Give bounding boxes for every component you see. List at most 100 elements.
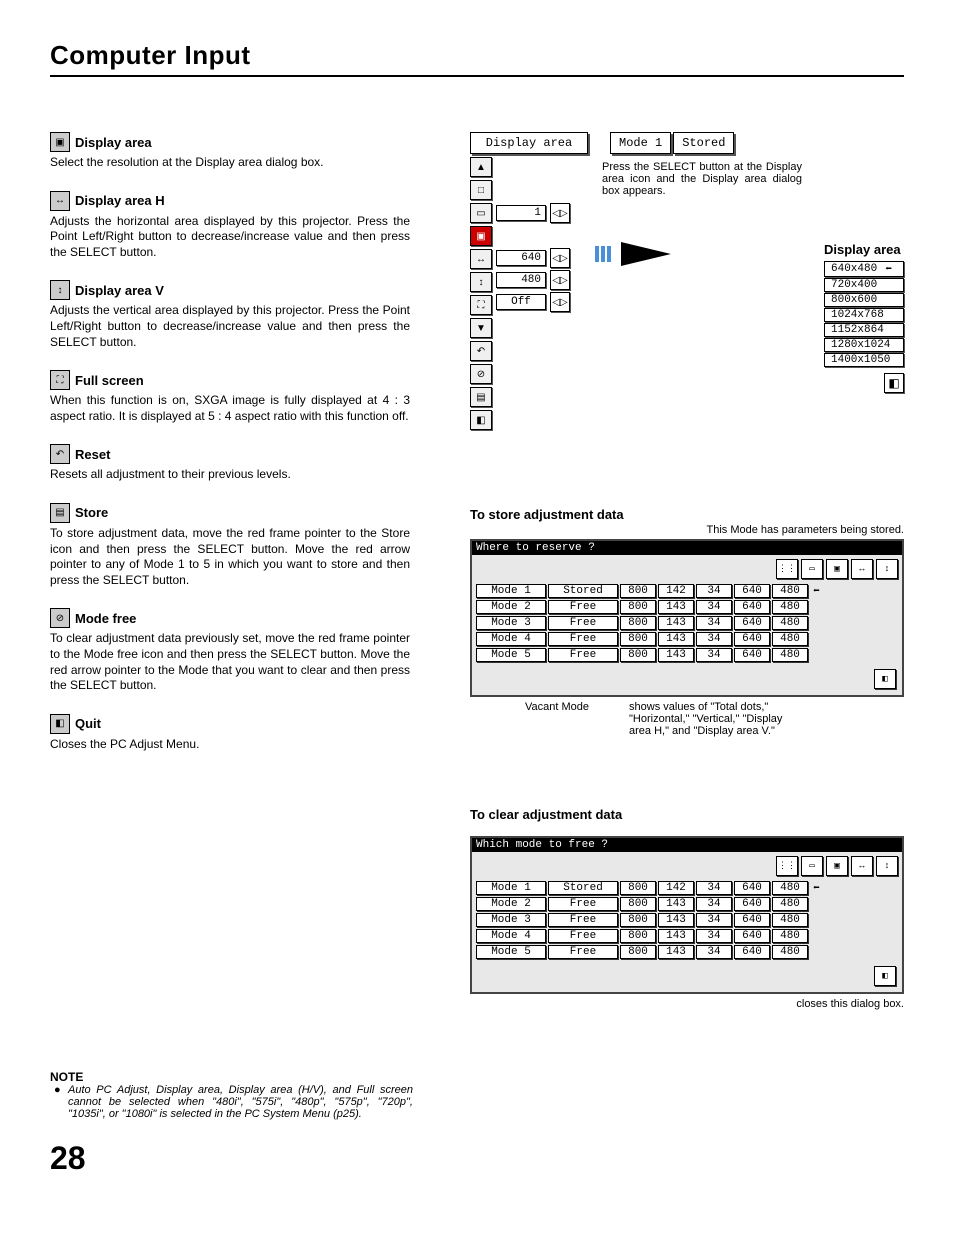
mode-value: 800 <box>620 897 656 911</box>
resolution-option[interactable]: 640x480 <box>824 261 904 277</box>
resolution-option[interactable]: 1280x1024 <box>824 338 904 352</box>
col-icon: ↔ <box>851 559 873 579</box>
mode-free-icon: ⊘ <box>50 608 70 628</box>
h-area-menu-icon[interactable]: ↔ <box>470 249 492 269</box>
mode-value: 143 <box>658 600 694 614</box>
store-subnote: This Mode has parameters being stored. <box>470 524 904 536</box>
store-menu-icon[interactable]: ▤ <box>470 387 492 407</box>
mode-free-body: To clear adjustment data previously set,… <box>50 631 410 693</box>
mode-free-menu-icon[interactable]: ⊘ <box>470 364 492 384</box>
table-row[interactable]: Mode 1Stored80014234640480⬅ <box>472 880 902 896</box>
quit-title: Quit <box>75 716 101 731</box>
table-row[interactable]: Mode 2Free80014334640480 <box>472 896 902 912</box>
table-row[interactable]: Mode 1Stored80014234640480⬅ <box>472 583 902 599</box>
arrow-icon <box>621 242 671 266</box>
mode-value: 142 <box>658 584 694 598</box>
mode-value: 800 <box>620 648 656 662</box>
full-screen-menu-icon[interactable]: ⛶ <box>470 295 492 315</box>
mode-value: 800 <box>620 616 656 630</box>
mode-value: 480 <box>772 616 808 630</box>
table-row[interactable]: Mode 5Free80014334640480 <box>472 647 902 663</box>
table-row[interactable]: Mode 4Free80014334640480 <box>472 928 902 944</box>
osd-tab-mode: Mode 1 <box>610 132 671 154</box>
display-area-h-title: Display area H <box>75 193 165 208</box>
clear-quit-icon[interactable]: ◧ <box>874 966 896 986</box>
display-area-v-title: Display area V <box>75 283 164 298</box>
mode-status: Free <box>548 913 618 927</box>
dialog-quit-icon[interactable]: ◧ <box>884 373 904 393</box>
resolution-option[interactable]: 1024x768 <box>824 308 904 322</box>
mode-name: Mode 5 <box>476 945 546 959</box>
selected-arrow-icon: ⬅ <box>810 584 820 598</box>
adjust-icon[interactable]: ◁▷ <box>550 248 570 268</box>
table-row[interactable]: Mode 5Free80014334640480 <box>472 944 902 960</box>
mode-status: Free <box>548 632 618 646</box>
mode-value: 34 <box>696 600 732 614</box>
store-quit-icon[interactable]: ◧ <box>874 669 896 689</box>
mode-value: 800 <box>620 584 656 598</box>
nav-up-icon[interactable]: ▲ <box>470 157 492 177</box>
adjust-icon[interactable]: ◁▷ <box>550 270 570 290</box>
adjust-icon[interactable]: ◁▷ <box>550 203 570 223</box>
mode-value: 640 <box>734 897 770 911</box>
note-title: NOTE <box>50 1070 904 1084</box>
col-icon: ⋮⋮ <box>776 559 798 579</box>
mode-value: 142 <box>658 881 694 895</box>
full-screen-title: Full screen <box>75 373 144 388</box>
quit-body: Closes the PC Adjust Menu. <box>50 737 410 753</box>
store-heading: To store adjustment data <box>470 507 904 522</box>
mode-value: 480 <box>772 600 808 614</box>
mode-value: 480 <box>772 897 808 911</box>
mode-value: 34 <box>696 616 732 630</box>
v-area-menu-icon[interactable]: ↕ <box>470 272 492 292</box>
resolution-option[interactable]: 1152x864 <box>824 323 904 337</box>
res-panel-title: Display area <box>824 242 904 257</box>
full-screen-body: When this function is on, SXGA image is … <box>50 393 410 424</box>
mode-status: Free <box>548 945 618 959</box>
mode-value: 34 <box>696 897 732 911</box>
mode-value: 800 <box>620 913 656 927</box>
osd-tab-display-area: Display area <box>470 132 588 154</box>
mode-value: 143 <box>658 632 694 646</box>
table-row[interactable]: Mode 3Free80014334640480 <box>472 615 902 631</box>
reset-menu-icon[interactable]: ↶ <box>470 341 492 361</box>
mode-value: 800 <box>620 632 656 646</box>
table-row[interactable]: Mode 4Free80014334640480 <box>472 631 902 647</box>
mode-value: 143 <box>658 913 694 927</box>
col-icon: ▭ <box>801 559 823 579</box>
mode-status: Free <box>548 929 618 943</box>
quit-menu-icon[interactable]: ◧ <box>470 410 492 430</box>
store-icon: ▤ <box>50 503 70 523</box>
mode-value: 143 <box>658 929 694 943</box>
mode-value: 800 <box>620 929 656 943</box>
menu-icon-2[interactable]: ▭ <box>470 203 492 223</box>
table-row[interactable]: Mode 3Free80014334640480 <box>472 912 902 928</box>
nav-down-icon[interactable]: ▼ <box>470 318 492 338</box>
display-area-menu-icon[interactable]: ▣ <box>470 226 492 246</box>
value-v: 480 <box>496 272 546 288</box>
mode-value: 34 <box>696 913 732 927</box>
resolution-option[interactable]: 720x400 <box>824 278 904 292</box>
menu-icon-1[interactable]: □ <box>470 180 492 200</box>
reset-title: Reset <box>75 447 110 462</box>
mode-status: Free <box>548 616 618 630</box>
col-icon: ⋮⋮ <box>776 856 798 876</box>
store-title: Store <box>75 505 108 520</box>
mode-value: 480 <box>772 913 808 927</box>
adjust-icon[interactable]: ◁▷ <box>550 292 570 312</box>
resolution-option[interactable]: 1400x1050 <box>824 353 904 367</box>
mode-name: Mode 3 <box>476 616 546 630</box>
mode-value: 640 <box>734 913 770 927</box>
mode-value: 143 <box>658 648 694 662</box>
display-area-h-icon: ↔ <box>50 191 70 211</box>
mode-value: 640 <box>734 632 770 646</box>
callout-values: shows values of "Total dots," "Horizonta… <box>629 701 799 737</box>
resolution-option[interactable]: 800x600 <box>824 293 904 307</box>
mode-value: 480 <box>772 881 808 895</box>
mode-name: Mode 3 <box>476 913 546 927</box>
mode-value: 480 <box>772 648 808 662</box>
reset-icon: ↶ <box>50 444 70 464</box>
table-row[interactable]: Mode 2Free80014334640480 <box>472 599 902 615</box>
mode-value: 800 <box>620 600 656 614</box>
display-area-title: Display area <box>75 135 152 150</box>
